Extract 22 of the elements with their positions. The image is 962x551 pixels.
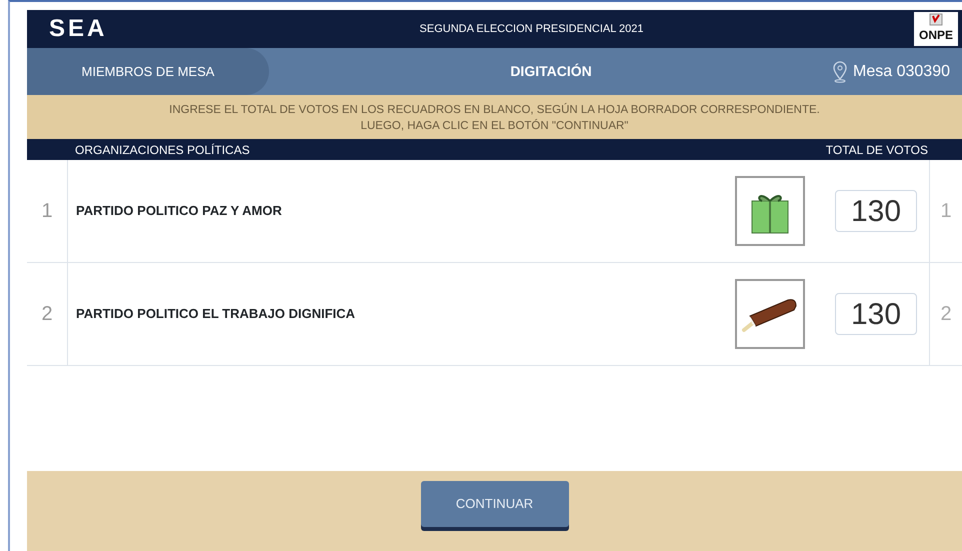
election-title: SEGUNDA ELECCION PRESIDENCIAL 2021 (418, 22, 644, 37)
votes-input[interactable]: 130 (835, 293, 917, 335)
row-number: 1 (929, 160, 962, 262)
instruction-text: LUEGO, HAGA CLIC EN EL BOTÓN "CONTINUAR" (360, 118, 630, 134)
party-name: PARTIDO POLITICO EL TRABAJO DIGNIFICA (75, 305, 356, 324)
gift-symbol-icon (735, 176, 805, 246)
continue-button[interactable]: CONTINUAR (420, 481, 568, 527)
row-number: 2 (27, 263, 68, 365)
popsicle-symbol-icon (735, 279, 805, 349)
row-number: 2 (929, 263, 962, 365)
table-number: Mesa 030390 (853, 62, 950, 82)
section-title: DIGITACIÓN (509, 62, 593, 81)
row-number: 1 (27, 160, 68, 262)
org-logo: ONPE (914, 12, 958, 46)
column-header: TOTAL DE VOTOS (826, 142, 928, 158)
members-tab[interactable]: MIEMBROS DE MESA (27, 48, 269, 95)
votes-input[interactable]: 130 (835, 190, 917, 232)
app-logo: SEA (49, 17, 108, 41)
party-name: PARTIDO POLITICO PAZ Y AMOR (75, 202, 283, 220)
instruction-text: INGRESE EL TOTAL DE VOTOS EN LOS RECUADROS EN BLANCO, SEGÚN LA HOJA BORRADOR CORRESPONDIENTE. (168, 102, 821, 118)
column-header: ORGANIZACIONES POLÍTICAS (75, 142, 250, 158)
location-pin-icon (833, 60, 848, 82)
